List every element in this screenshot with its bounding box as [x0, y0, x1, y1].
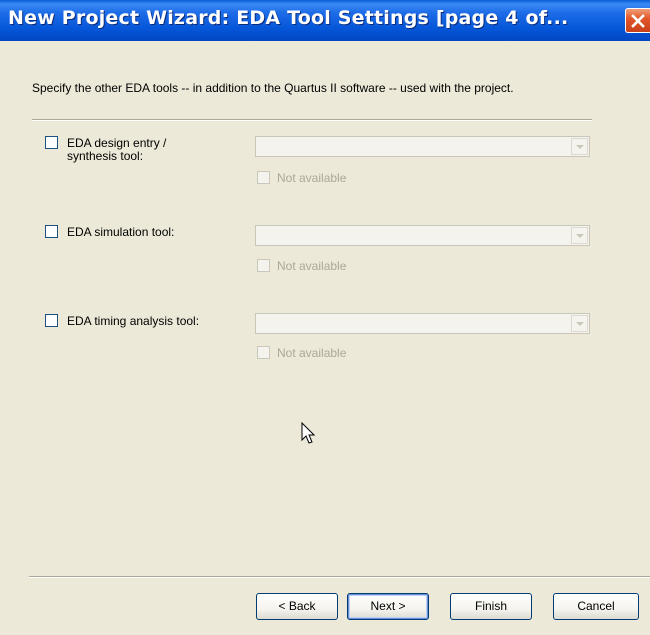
timing-analysis-checkbox[interactable]	[45, 314, 58, 327]
simulation-tool-select[interactable]	[255, 225, 590, 246]
divider-top	[32, 119, 592, 121]
finish-button[interactable]: Finish	[450, 593, 532, 620]
timing-analysis-not-available-checkbox	[257, 346, 270, 359]
timing-analysis-tool-select[interactable]	[255, 313, 590, 334]
simulation-not-available-checkbox	[257, 259, 270, 272]
design-entry-label-line2: synthesis tool:	[67, 149, 144, 163]
next-button[interactable]: Next >	[347, 593, 429, 620]
design-entry-not-available-checkbox	[257, 171, 270, 184]
title-bar: New Project Wizard: EDA Tool Settings [p…	[0, 0, 650, 41]
window-title: New Project Wizard: EDA Tool Settings [p…	[8, 7, 569, 29]
simulation-dropdown-arrow[interactable]	[571, 227, 588, 244]
design-entry-tool-select[interactable]	[255, 136, 590, 157]
simulation-label: EDA simulation tool:	[67, 225, 175, 239]
divider-bottom	[29, 576, 650, 578]
design-entry-not-available-label: Not available	[277, 171, 347, 185]
simulation-checkbox[interactable]	[45, 225, 58, 238]
close-button[interactable]	[625, 8, 650, 33]
design-entry-checkbox[interactable]	[45, 136, 58, 149]
chevron-down-icon	[576, 234, 584, 238]
timing-analysis-dropdown-arrow[interactable]	[571, 315, 588, 332]
mouse-cursor-icon	[301, 422, 315, 444]
close-icon	[631, 14, 645, 28]
timing-analysis-label: EDA timing analysis tool:	[67, 314, 200, 328]
back-button[interactable]: < Back	[256, 593, 338, 620]
page-description: Specify the other EDA tools -- in additi…	[32, 81, 514, 95]
chevron-down-icon	[576, 145, 584, 149]
cancel-button[interactable]: Cancel	[553, 593, 639, 620]
design-entry-dropdown-arrow[interactable]	[571, 138, 588, 155]
simulation-not-available-label: Not available	[277, 259, 347, 273]
timing-analysis-not-available-label: Not available	[277, 346, 347, 360]
chevron-down-icon	[576, 322, 584, 326]
